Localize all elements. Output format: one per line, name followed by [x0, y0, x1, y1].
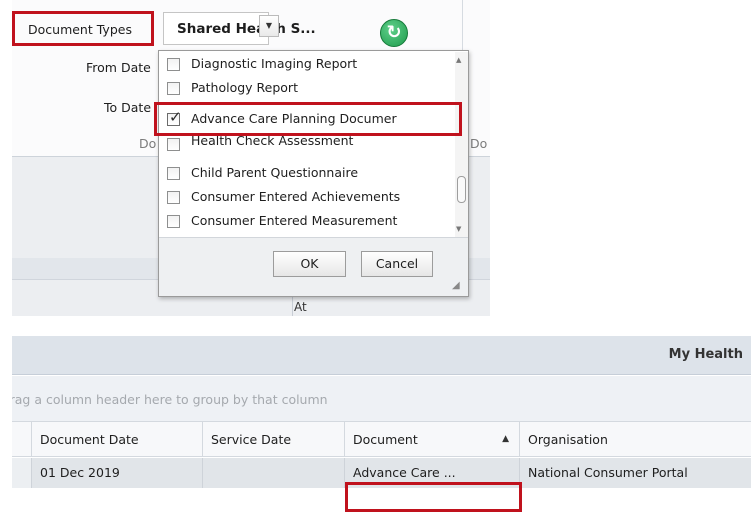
- row-indicator: [12, 458, 32, 488]
- cell-service-date: [203, 458, 345, 488]
- chevron-down-icon[interactable]: ▼: [259, 15, 279, 37]
- scroll-thumb[interactable]: [457, 176, 466, 203]
- column-header-label: Document Date: [40, 432, 139, 447]
- ok-button[interactable]: OK: [273, 251, 346, 277]
- partial-label: At: [294, 300, 307, 314]
- column-header-document-date[interactable]: Document Date: [32, 422, 203, 457]
- group-caption: Do: [139, 136, 157, 151]
- list-item[interactable]: Health Check Assessment: [167, 135, 447, 151]
- checkbox[interactable]: [167, 138, 180, 151]
- cancel-button[interactable]: Cancel: [361, 251, 433, 277]
- checkbox[interactable]: [167, 82, 180, 95]
- highlight-box: [154, 102, 462, 136]
- refresh-icon[interactable]: ↻: [380, 19, 408, 47]
- checkbox[interactable]: [167, 167, 180, 180]
- cell-document-date: 01 Dec 2019: [32, 458, 203, 488]
- list-item-label: Pathology Report: [191, 80, 298, 95]
- group-caption-right: Do: [470, 136, 488, 151]
- list-item-label: Consumer Entered Measurement: [191, 213, 398, 228]
- list-item[interactable]: Child Parent Questionnaire: [167, 162, 447, 185]
- column-header-label: Document: [353, 432, 418, 447]
- row-indicator-header: [12, 422, 32, 457]
- highlight-box: [12, 11, 154, 46]
- document-types-value: Shared Health S...: [177, 21, 316, 37]
- list-item[interactable]: Pathology Report: [167, 77, 447, 100]
- list-item-label: Health Check Assessment: [191, 135, 354, 148]
- document-types-dropdown: Diagnostic Imaging Report Pathology Repo…: [158, 50, 469, 297]
- from-date-label: From Date: [86, 60, 151, 75]
- column-header-organisation[interactable]: Organisation: [520, 422, 751, 457]
- list-item[interactable]: Consumer Entered Measurement: [167, 210, 447, 233]
- group-hint: Drag a column header here to group by th…: [12, 392, 328, 407]
- checkbox[interactable]: [167, 215, 180, 228]
- panel-header: [12, 336, 751, 375]
- list-item[interactable]: Diagnostic Imaging Report: [167, 53, 447, 76]
- list-item-label: Consumer Entered Achievements: [191, 189, 401, 204]
- column-header-row: Document Date Service Date Document ▲ Org…: [12, 422, 751, 457]
- resize-grip-icon[interactable]: ◢: [452, 280, 460, 291]
- list-item-label: Child Parent Questionnaire: [191, 165, 359, 180]
- panel-title: My Health: [668, 347, 743, 362]
- column-header-label: Service Date: [211, 432, 292, 447]
- checkbox[interactable]: [167, 58, 180, 71]
- list-item[interactable]: Consumer Entered Achievements: [167, 186, 447, 209]
- highlight-box: [345, 482, 522, 512]
- cell-organisation: National Consumer Portal: [528, 465, 688, 480]
- sort-ascending-icon: ▲: [502, 434, 509, 444]
- column-header-label: Organisation: [528, 432, 608, 447]
- filter-window: Document Types From Date To Date Do Do S…: [12, 0, 490, 316]
- column-header-service-date[interactable]: Service Date: [203, 422, 345, 457]
- column-header-document[interactable]: Document ▲: [345, 422, 520, 457]
- checkbox[interactable]: [167, 191, 180, 204]
- list-item-label: Diagnostic Imaging Report: [191, 56, 358, 71]
- dropdown-scrollbar[interactable]: [455, 52, 468, 238]
- scroll-down-icon[interactable]: ▼: [456, 225, 461, 233]
- to-date-label: To Date: [104, 100, 152, 115]
- scroll-up-icon[interactable]: ▲: [456, 56, 461, 64]
